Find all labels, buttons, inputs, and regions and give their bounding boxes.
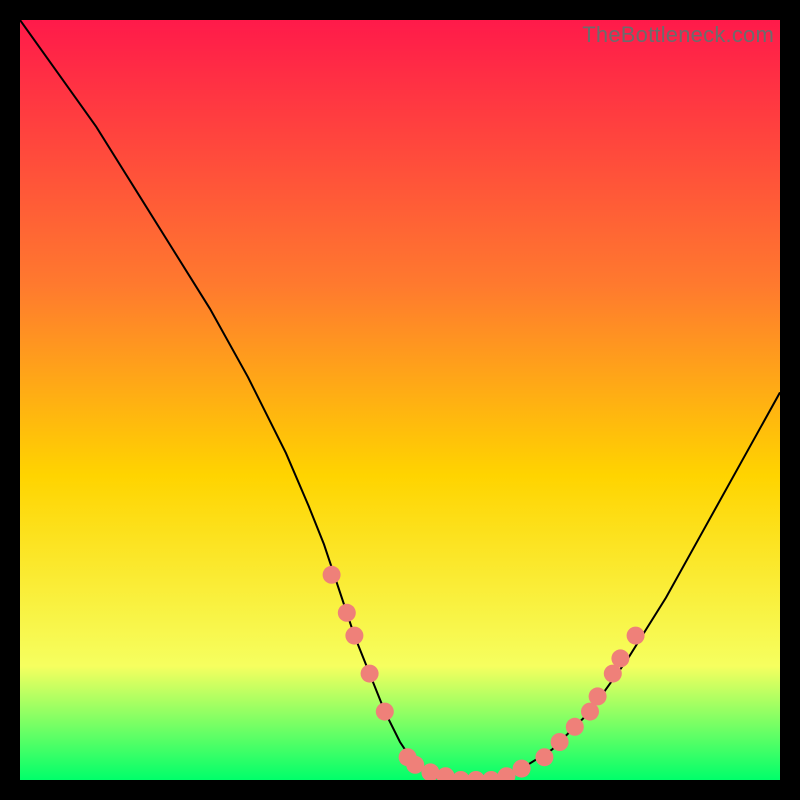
data-marker (611, 649, 629, 667)
bottleneck-chart (20, 20, 780, 780)
data-marker (566, 718, 584, 736)
gradient-background (20, 20, 780, 780)
attribution-text: TheBottleneck.com (582, 22, 774, 48)
data-marker (376, 703, 394, 721)
data-marker (323, 566, 341, 584)
data-marker (513, 760, 531, 778)
data-marker (345, 627, 363, 645)
data-marker (535, 748, 553, 766)
data-marker (627, 627, 645, 645)
chart-frame: TheBottleneck.com (20, 20, 780, 780)
data-marker (338, 604, 356, 622)
data-marker (361, 665, 379, 683)
data-marker (551, 733, 569, 751)
data-marker (589, 687, 607, 705)
